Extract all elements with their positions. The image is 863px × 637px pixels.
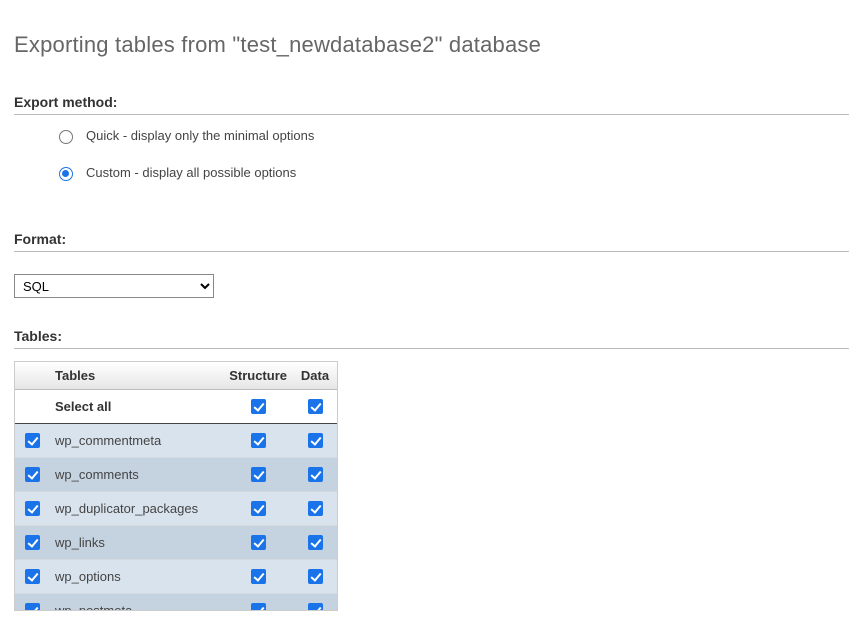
row-structure-checkbox[interactable] [251, 535, 266, 550]
row-table-name[interactable]: wp_commentmeta [49, 424, 223, 458]
row-table-name[interactable]: wp_options [49, 560, 223, 594]
row-data-checkbox[interactable] [308, 433, 323, 448]
select-all-label[interactable]: Select all [49, 390, 223, 424]
row-data-checkbox[interactable] [308, 603, 323, 610]
row-data-checkbox[interactable] [308, 535, 323, 550]
table-row: wp_comments [15, 458, 337, 492]
table-row: wp_links [15, 526, 337, 560]
row-structure-checkbox[interactable] [251, 467, 266, 482]
table-row: wp_options [15, 560, 337, 594]
tables-table: Tables Structure Data Select all wp_comm… [15, 362, 337, 610]
row-select-checkbox[interactable] [25, 467, 40, 482]
table-row: wp_duplicator_packages [15, 492, 337, 526]
tables-panel: Tables Structure Data Select all wp_comm… [14, 361, 338, 611]
select-all-structure-checkbox[interactable] [251, 399, 266, 414]
row-select-checkbox[interactable] [25, 535, 40, 550]
page-title: Exporting tables from "test_newdatabase2… [14, 32, 849, 58]
row-data-checkbox[interactable] [308, 501, 323, 516]
row-structure-checkbox[interactable] [251, 433, 266, 448]
row-data-checkbox[interactable] [308, 467, 323, 482]
row-table-name[interactable]: wp_postmeta [49, 594, 223, 611]
row-structure-checkbox[interactable] [251, 603, 266, 610]
row-select-checkbox[interactable] [25, 569, 40, 584]
format-label: Format: [14, 231, 849, 252]
format-select[interactable]: SQL [14, 274, 214, 298]
row-select-checkbox[interactable] [25, 501, 40, 516]
export-method-quick-radio[interactable] [59, 130, 73, 144]
row-structure-checkbox[interactable] [251, 569, 266, 584]
export-method-quick-label[interactable]: Quick - display only the minimal options [86, 128, 314, 143]
row-select-checkbox[interactable] [25, 433, 40, 448]
row-table-name[interactable]: wp_comments [49, 458, 223, 492]
row-structure-checkbox[interactable] [251, 501, 266, 516]
row-table-name[interactable]: wp_duplicator_packages [49, 492, 223, 526]
tables-scroll[interactable]: Tables Structure Data Select all wp_comm… [15, 362, 337, 610]
row-data-checkbox[interactable] [308, 569, 323, 584]
tables-header-data: Data [293, 362, 337, 390]
select-all-row: Select all [15, 390, 337, 424]
select-all-data-checkbox[interactable] [308, 399, 323, 414]
tables-label: Tables: [14, 328, 849, 349]
tables-header-tables: Tables [49, 362, 223, 390]
export-method-custom-radio[interactable] [59, 167, 73, 181]
tables-header-structure: Structure [223, 362, 293, 390]
export-method-custom-label[interactable]: Custom - display all possible options [86, 165, 296, 180]
export-method-label: Export method: [14, 94, 849, 115]
row-table-name[interactable]: wp_links [49, 526, 223, 560]
tables-header-blank [15, 362, 49, 390]
table-row: wp_postmeta [15, 594, 337, 611]
row-select-checkbox[interactable] [25, 603, 40, 610]
export-method-group: Quick - display only the minimal options… [14, 127, 849, 225]
table-row: wp_commentmeta [15, 424, 337, 458]
